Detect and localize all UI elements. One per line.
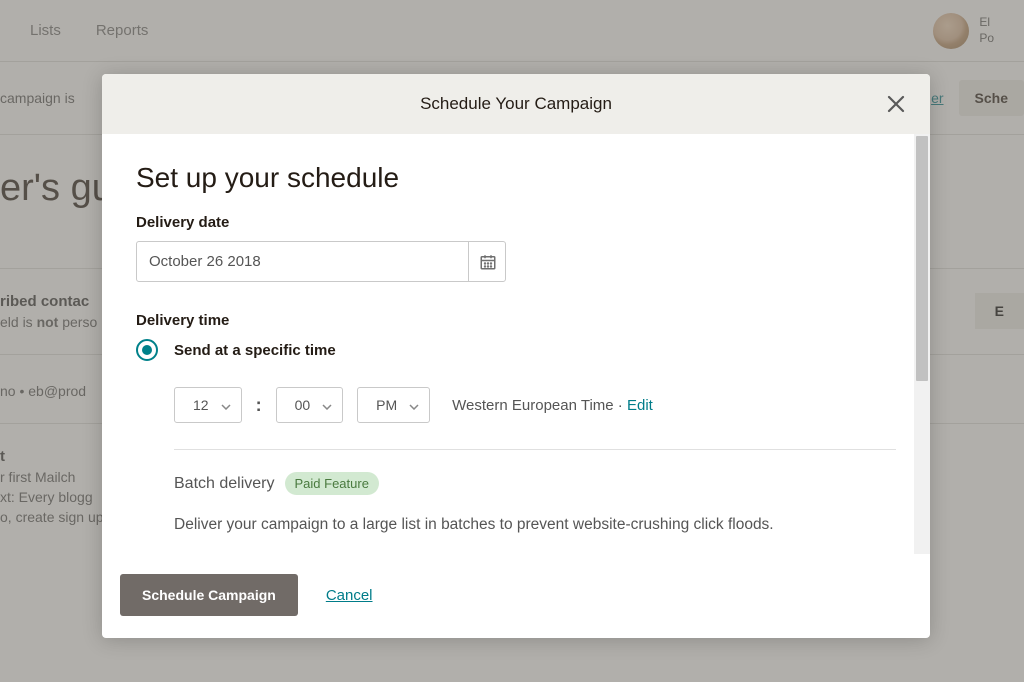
schedule-modal: Schedule Your Campaign Set up your sched… — [102, 74, 930, 638]
schedule-campaign-button[interactable]: Schedule Campaign — [120, 574, 298, 616]
time-colon: : — [256, 395, 262, 416]
delivery-date-label: Delivery date — [136, 214, 896, 231]
chevron-down-icon — [322, 397, 332, 413]
delivery-date-input[interactable] — [136, 241, 506, 282]
modal-body: Set up your schedule Delivery date — [102, 134, 930, 554]
hour-select[interactable]: 12 — [174, 387, 242, 423]
minute-select[interactable]: 00 — [276, 387, 344, 423]
modal-header: Schedule Your Campaign — [102, 74, 930, 134]
modal-footer: Schedule Campaign Cancel — [102, 554, 930, 638]
modal-heading: Set up your schedule — [136, 162, 896, 194]
specific-time-label: Send at a specific time — [174, 342, 336, 359]
chevron-down-icon — [409, 397, 419, 413]
timezone-text: Western European Time · Edit — [452, 397, 653, 414]
batch-delivery-label: Batch delivery — [174, 475, 275, 493]
chevron-down-icon — [221, 397, 231, 413]
close-icon[interactable] — [884, 92, 908, 116]
modal-title: Schedule Your Campaign — [420, 94, 612, 114]
paid-feature-badge: Paid Feature — [285, 472, 379, 495]
scrollbar-thumb[interactable] — [916, 136, 928, 381]
ampm-select[interactable]: PM — [357, 387, 430, 423]
time-selectors: 12 : 00 PM — [174, 387, 896, 423]
specific-time-radio[interactable] — [136, 339, 158, 361]
delivery-time-label: Delivery time — [136, 312, 896, 329]
modal-scrollbar[interactable] — [914, 134, 930, 554]
divider — [174, 449, 896, 450]
calendar-icon[interactable] — [468, 241, 506, 282]
edit-timezone-link[interactable]: Edit — [627, 397, 653, 414]
cancel-link[interactable]: Cancel — [326, 587, 373, 604]
batch-delivery-description: Deliver your campaign to a large list in… — [174, 513, 896, 536]
